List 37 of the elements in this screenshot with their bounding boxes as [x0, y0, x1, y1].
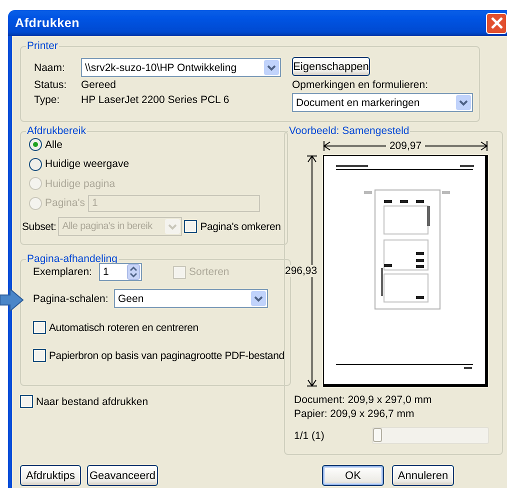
window-title: Afdrukken — [15, 16, 80, 30]
radio-label: Huidige weergave — [45, 158, 130, 170]
dialog-button[interactable]: Afdruktips — [20, 465, 81, 486]
checkbox-label: Sorteren — [189, 266, 230, 278]
comments-label: Opmerkingen en formulieren: — [292, 79, 428, 91]
printer-dropdown[interactable]: \\srv2k-suzo-10\HP Ontwikkeling — [81, 58, 281, 77]
group-title: Printer — [26, 40, 59, 52]
checkbox-label: Automatisch roteren en centreren — [49, 322, 198, 334]
page-counter: 1/1 (1) — [294, 430, 324, 442]
radio-label: Huidige pagina — [45, 178, 116, 190]
status-label: Status: — [34, 79, 68, 91]
width-value: 209,97 — [386, 140, 425, 152]
scaling-dropdown[interactable]: Geen — [114, 289, 268, 308]
type-value: HP LaserJet 2200 Series PCL 6 — [81, 94, 230, 106]
subset-label: Subset: — [22, 220, 56, 232]
properties-button[interactable]: Eigenschappen — [292, 57, 370, 76]
type-label: Type: — [34, 94, 61, 106]
checkbox-label: Naar bestand afdrukken — [36, 396, 148, 408]
dialog-button[interactable]: OK — [322, 465, 384, 486]
name-label: Naam: — [34, 62, 66, 74]
radio-label: Pagina's — [45, 197, 85, 210]
paper-size: Papier: 209,9 x 296,7 mm — [294, 408, 416, 420]
scaling-label: Pagina-schalen: — [33, 292, 110, 304]
group-title: Voorbeeld: Samengesteld — [288, 125, 410, 137]
dialog-button[interactable]: Geavanceerd — [87, 465, 158, 486]
group-title: Pagina-afhandeling — [26, 253, 118, 265]
copies-spinner[interactable]: 1 — [99, 263, 142, 281]
radio-label: Alle — [45, 138, 63, 151]
dialog-button[interactable]: Annuleren — [392, 465, 454, 486]
height-value: 296,93 — [285, 265, 318, 277]
group-title: Afdrukbereik — [26, 125, 87, 137]
checkbox-label: Pagina's omkeren — [200, 220, 281, 232]
comments-dropdown[interactable]: Document en markeringen — [292, 93, 473, 112]
status-value: Gereed — [81, 79, 116, 91]
copies-label: Exemplaren: — [33, 266, 93, 278]
document-size: Document: 209,9 x 297,0 mm — [294, 394, 433, 406]
checkbox-label: Papierbron op basis van paginagrootte PDF-bestand — [49, 350, 284, 362]
